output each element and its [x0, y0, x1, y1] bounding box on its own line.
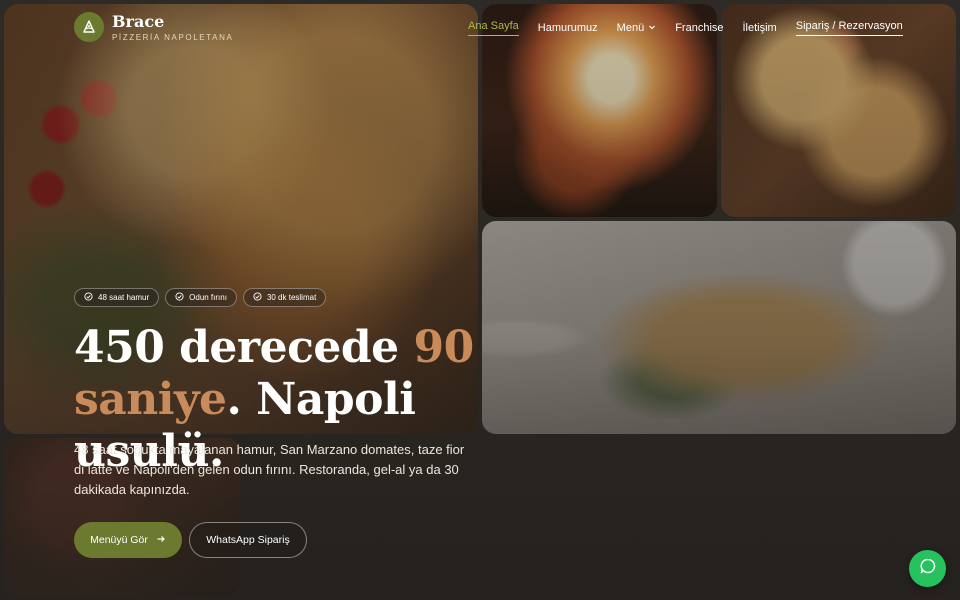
nav-item-order[interactable]: Sipariş / Rezervasyon [795, 20, 903, 36]
headline-accent-90: 90 [413, 322, 474, 373]
headline-part1: 450 derecede [74, 322, 414, 373]
brand-name: Brace [112, 11, 165, 31]
badge-label: 48 saat hamur [98, 293, 150, 302]
check-circle-icon [84, 292, 93, 303]
arrow-right-icon [156, 534, 166, 547]
hero-section: Brace PİZZERİA NAPOLETANA Ana Sayfa Hamu… [0, 0, 960, 600]
brand-logo-link[interactable]: Brace PİZZERİA NAPOLETANA [74, 12, 233, 42]
view-menu-button[interactable]: Menüyü Gör [74, 522, 182, 558]
badge-label: 30 dk teslimat [266, 293, 317, 302]
nav-item-menu-label: Menü [616, 22, 645, 34]
whatsapp-chat-button[interactable] [909, 550, 946, 587]
brand-tagline: PİZZERİA NAPOLETANA [112, 32, 234, 42]
chat-bubble-icon [919, 557, 937, 580]
badge-dough: 48 saat hamur [74, 288, 160, 307]
headline-accent-saniye: saniye [74, 374, 227, 425]
main-nav: Ana Sayfa Hamurumuz Menü Franchise İleti… [468, 20, 903, 36]
hero-description: 48 saat soğukta mayalanan hamur, San Mar… [74, 442, 465, 497]
check-circle-icon [253, 292, 262, 303]
nav-item-menu[interactable]: Menü [617, 22, 657, 34]
nav-item-franchise[interactable]: Franchise [675, 22, 723, 34]
chevron-down-icon [648, 22, 656, 34]
whatsapp-order-button[interactable]: WhatsApp Sipariş [189, 522, 307, 558]
badge-oven: Odun fırını [165, 288, 237, 307]
nav-item-contact[interactable]: İletişim [743, 22, 777, 34]
nav-item-dough[interactable]: Hamurumuz [538, 22, 598, 34]
nav-item-home[interactable]: Ana Sayfa [468, 20, 519, 36]
badge-delivery: 30 dk teslimat [242, 288, 327, 307]
feature-badges: 48 saat hamur Odun fırını 30 dk teslimat [74, 288, 327, 307]
view-menu-label: Menüyü Gör [90, 534, 148, 546]
check-circle-icon [175, 292, 184, 303]
badge-label: Odun fırını [189, 293, 227, 302]
pizza-slice-icon [74, 12, 104, 42]
